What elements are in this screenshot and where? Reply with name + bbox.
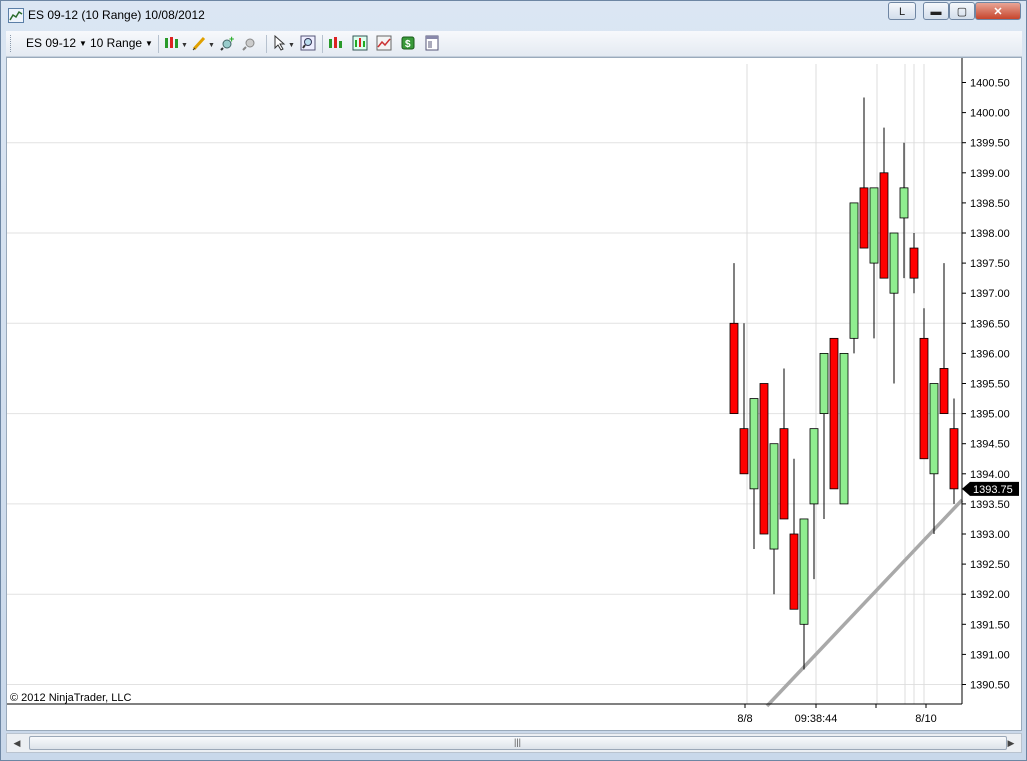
window-title: ES 09-12 (10 Range) 10/08/2012 <box>28 8 205 22</box>
close-button[interactable]: ✕ <box>975 2 1021 20</box>
minimize-button[interactable]: ▬ <box>923 2 949 20</box>
candle-up <box>849 202 859 339</box>
y-tick-label: 1397.00 <box>970 288 1010 300</box>
y-tick-label: 1395.00 <box>970 409 1010 421</box>
pointer-icon[interactable]: ▼ <box>272 34 295 51</box>
title-bar[interactable]: ES 09-12 (10 Range) 10/08/2012 L ▬ ▢ ✕ <box>1 1 1026 30</box>
y-tick-label: 1392.50 <box>970 559 1010 571</box>
zoom-out-icon[interactable] <box>242 35 258 51</box>
chart-icon <box>8 8 24 23</box>
candle-down <box>879 172 889 279</box>
chart-window: ES 09-12 (10 Range) 10/08/2012 L ▬ ▢ ✕ E… <box>0 0 1027 761</box>
last-price-label: 1393.75 <box>973 484 1013 496</box>
svg-text:▼: ▼ <box>288 42 295 49</box>
y-tick-label: 1391.00 <box>970 649 1010 661</box>
link-button[interactable]: L <box>888 2 916 20</box>
candle-up <box>799 518 809 625</box>
properties-icon[interactable] <box>424 35 440 51</box>
magnifier-icon[interactable] <box>300 35 316 51</box>
candle-down <box>909 247 919 279</box>
money-icon[interactable]: $ <box>400 35 416 51</box>
y-tick-label: 1399.00 <box>970 168 1010 180</box>
y-tick-label: 1396.50 <box>970 318 1010 330</box>
candle-up <box>749 398 759 490</box>
chart-toolbar: ES 09-12 ▼ 10 Range ▼ ▼ ▼ + ▼ $ <box>6 31 1022 57</box>
instrument-label: ES 09-12 <box>26 36 77 50</box>
y-tick-label: 1397.50 <box>970 258 1010 270</box>
chart-canvas[interactable]: 1390.50 1391.00 1391.50 1392.00 1392.50 1393.… <box>7 58 1021 730</box>
candle-up <box>889 232 899 294</box>
indicators-icon[interactable] <box>352 35 368 51</box>
y-tick-label: 1398.00 <box>970 228 1010 240</box>
y-tick-label: 1396.00 <box>970 348 1010 360</box>
y-tick-label: 1399.50 <box>970 138 1010 150</box>
y-tick-label: 1390.50 <box>970 680 1010 692</box>
candlestick-style-icon[interactable]: ▼ <box>164 35 188 51</box>
toolbar-grip[interactable] <box>10 35 14 52</box>
candle-down <box>729 322 739 414</box>
y-tick-label: 1393.00 <box>970 529 1010 541</box>
candle-up <box>809 428 819 505</box>
bars-icon[interactable] <box>328 35 344 51</box>
chevron-down-icon: ▼ <box>145 39 153 48</box>
candle-down <box>919 337 929 460</box>
svg-text:▼: ▼ <box>181 42 188 49</box>
x-tick-label: 8/10 <box>915 713 936 725</box>
interval-selector[interactable]: 10 Range ▼ <box>90 36 153 50</box>
maximize-button[interactable]: ▢ <box>949 2 975 20</box>
candle-down <box>829 337 839 490</box>
candle-down <box>859 187 869 249</box>
svg-text:$: $ <box>405 39 411 50</box>
candle-up <box>819 352 829 414</box>
chevron-down-icon: ▼ <box>79 39 87 48</box>
toolbar-separator <box>266 35 267 53</box>
toolbar-separator <box>158 35 159 53</box>
candle-up <box>899 187 909 219</box>
instrument-selector[interactable]: ES 09-12 ▼ <box>26 36 87 50</box>
candle-down <box>759 383 769 535</box>
scroll-right-icon[interactable]: ▶ <box>1003 735 1019 751</box>
scroll-left-icon[interactable]: ◀ <box>9 735 25 751</box>
candle-down <box>789 533 799 610</box>
zoom-in-icon[interactable]: + <box>220 34 236 51</box>
y-tick-label: 1392.00 <box>970 589 1010 601</box>
x-tick-label: 8/8 <box>737 713 752 725</box>
candle-down <box>939 368 949 415</box>
scrollbar-thumb[interactable]: ||| <box>29 736 1007 750</box>
y-tick-label: 1394.00 <box>970 469 1010 481</box>
candle-down <box>779 428 789 520</box>
candle-up <box>769 443 779 550</box>
toolbar-separator <box>322 35 323 53</box>
svg-text:▼: ▼ <box>208 42 215 49</box>
horizontal-scrollbar[interactable]: ◀ ||| ▶ <box>6 733 1022 753</box>
y-tick-label: 1400.50 <box>970 78 1010 90</box>
svg-text:+: + <box>229 35 234 44</box>
y-tick-label: 1398.50 <box>970 198 1010 210</box>
y-tick-label: 1400.00 <box>970 108 1010 120</box>
copyright-text: © 2012 NinjaTrader, LLC <box>10 692 131 704</box>
candle-down <box>739 428 749 475</box>
y-tick-label: 1394.50 <box>970 439 1010 451</box>
y-tick-label: 1395.50 <box>970 379 1010 391</box>
x-tick-label: 09:38:44 <box>795 713 838 725</box>
pencil-draw-icon[interactable]: ▼ <box>192 35 215 51</box>
interval-label: 10 Range <box>90 36 143 50</box>
candle-up <box>869 187 879 264</box>
candle-up <box>929 383 939 475</box>
y-tick-label: 1391.50 <box>970 619 1010 631</box>
candle-up <box>839 352 849 505</box>
grip-icon: ||| <box>514 737 522 747</box>
price-chart[interactable]: 1390.50 1391.00 1391.50 1392.00 1392.50 1393.… <box>6 57 1022 731</box>
y-tick-label: 1393.50 <box>970 499 1010 511</box>
candle-down <box>949 428 959 490</box>
strategy-icon[interactable] <box>376 35 392 51</box>
